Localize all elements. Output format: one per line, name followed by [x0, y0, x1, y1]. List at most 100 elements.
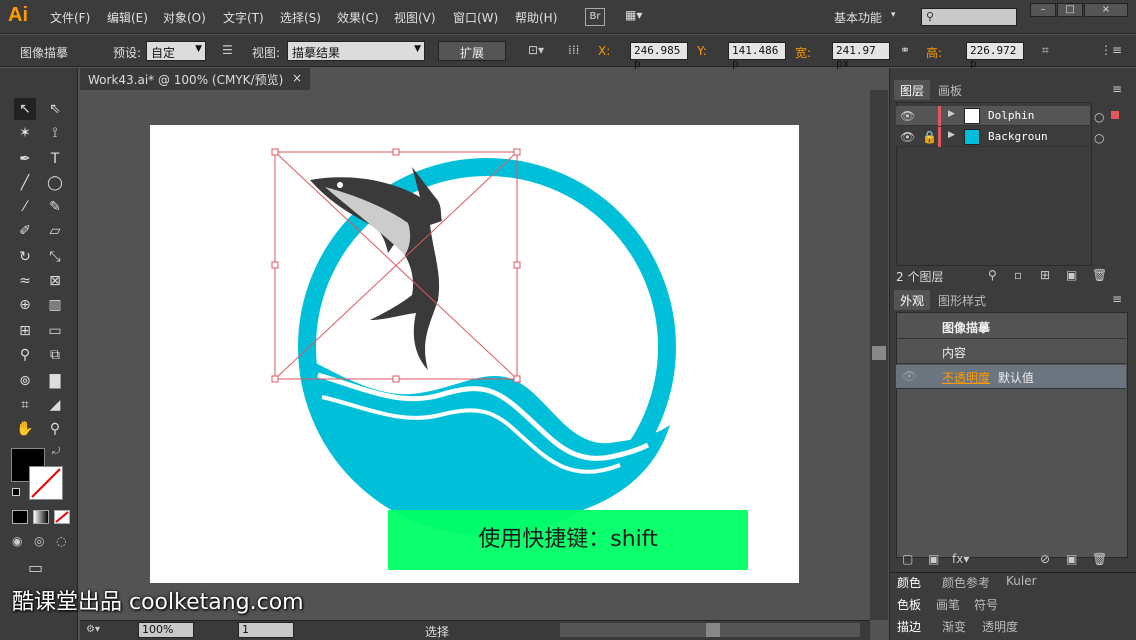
clipping-mask-icon[interactable]: ▫ [1014, 268, 1022, 282]
arrange-documents-icon[interactable]: ▦▾ [625, 8, 653, 26]
zoom-tool-icon[interactable]: ⚲ [44, 418, 66, 440]
duplicate-item-icon[interactable]: ▣ [1066, 552, 1077, 566]
artboard-number-field[interactable]: 1 [238, 622, 294, 638]
tab-artboards[interactable]: 画板 [932, 80, 968, 100]
view-select[interactable]: 描摹结果 ▼ [287, 41, 425, 61]
eyedropper-tool-icon[interactable]: ⚲ [14, 344, 36, 366]
tab-brushes[interactable]: 画笔 [930, 594, 966, 614]
hand-tool-icon[interactable]: ✋ [14, 418, 36, 440]
document-tab[interactable]: Work43.ai* @ 100% (CMYK/预览) × [80, 68, 310, 90]
symbol-sprayer-tool-icon[interactable]: ⊚ [14, 370, 36, 392]
tab-stroke[interactable]: 描边 [891, 616, 927, 636]
selection-indicator[interactable] [1111, 111, 1119, 119]
width-field[interactable]: 241.97 px [832, 42, 890, 70]
reference-point-icon[interactable]: ⁞⁞⁞ [568, 43, 579, 57]
menu-view[interactable]: 视图(V) [394, 9, 436, 26]
align-options-icon[interactable]: ⊡▾ [528, 43, 544, 57]
tab-color-guide[interactable]: 颜色参考 [936, 572, 996, 592]
minimize-button[interactable]: – [1030, 3, 1056, 17]
type-tool-icon[interactable]: T [44, 148, 66, 170]
tab-color[interactable]: 颜色 [891, 572, 927, 592]
expand-triangle-icon[interactable]: ▶ [948, 130, 955, 140]
zoom-select[interactable]: 100% [138, 622, 194, 638]
trace-panel-icon[interactable]: ☰ [222, 43, 233, 57]
visibility-eye-icon[interactable]: 👁 [900, 130, 915, 144]
line-tool-icon[interactable]: ╱ [14, 172, 36, 194]
workspace-chevron-icon[interactable]: ▾ [891, 10, 896, 20]
menu-help[interactable]: 帮助(H) [515, 9, 557, 26]
pencil-tool-icon[interactable]: ✎ [44, 196, 66, 218]
screen-mode-icon[interactable]: ▭ [28, 558, 43, 577]
width-tool-icon[interactable]: ≈ [14, 270, 36, 292]
add-effect-icon[interactable]: fx▾ [952, 552, 969, 566]
menu-file[interactable]: 文件(F) [50, 9, 90, 26]
menu-object[interactable]: 对象(O) [163, 9, 206, 26]
transform-icon[interactable]: ⌗ [1042, 43, 1049, 58]
appearance-contents[interactable]: 内容 [896, 340, 1126, 364]
x-field[interactable]: 246.985 p [630, 42, 688, 70]
appearance-opacity-row[interactable]: 👁 不透明度 默认值 [896, 365, 1126, 389]
horizontal-scrollbar[interactable] [560, 623, 860, 637]
stroke-swatch[interactable] [29, 466, 63, 500]
selection-tool-icon[interactable]: ↖ [14, 98, 36, 120]
column-graph-tool-icon[interactable]: ▇ [44, 370, 66, 392]
target-circle-icon[interactable]: ○ [1094, 110, 1104, 124]
tab-appearance[interactable]: 外观 [894, 290, 931, 310]
add-fill-icon[interactable]: ▣ [928, 552, 939, 566]
menu-type[interactable]: 文字(T) [223, 9, 264, 26]
tab-gradient[interactable]: 渐变 [936, 616, 972, 636]
maximize-button[interactable]: □ [1057, 3, 1083, 17]
vertical-scrollbar[interactable] [870, 90, 888, 620]
vertical-scroll-thumb[interactable] [872, 346, 886, 360]
opacity-link[interactable]: 不透明度 [942, 371, 990, 385]
new-sublayer-icon[interactable]: ⊞ [1040, 268, 1050, 282]
draw-inside-icon[interactable]: ◌ [56, 534, 66, 548]
horizontal-scroll-thumb[interactable] [706, 623, 720, 637]
eraser-tool-icon[interactable]: ▱ [44, 220, 66, 242]
expand-button[interactable]: 扩展 [438, 41, 506, 61]
constrain-link-icon[interactable]: ⚭ [900, 43, 910, 57]
appearance-menu-icon[interactable]: ≡ [1112, 292, 1122, 306]
lock-icon[interactable]: 🔒 [922, 130, 937, 144]
paintbrush-tool-icon[interactable]: ⁄ [14, 196, 36, 218]
close-window-button[interactable]: × [1084, 3, 1128, 17]
layer-row-dolphin[interactable]: 👁 ▶ Dolphin [896, 106, 1090, 126]
blob-brush-tool-icon[interactable]: ✐ [14, 220, 36, 242]
status-options-icon[interactable]: ⚙▾ [86, 624, 100, 635]
workspace-switcher[interactable]: 基本功能 [834, 9, 882, 26]
menu-effect[interactable]: 效果(C) [337, 9, 379, 26]
locate-object-icon[interactable]: ⚲ [988, 268, 997, 282]
swap-colors-icon[interactable]: ⤾ [52, 446, 60, 457]
artboard-tool-icon[interactable]: ⌗ [14, 394, 36, 416]
menu-select[interactable]: 选择(S) [280, 9, 321, 26]
mesh-tool-icon[interactable]: ⊞ [14, 320, 36, 342]
delete-layer-icon[interactable]: 🗑 [1092, 268, 1107, 282]
rotate-tool-icon[interactable]: ↻ [14, 246, 36, 268]
tab-swatches[interactable]: 色板 [891, 594, 927, 614]
tab-kuler[interactable]: Kuler [1000, 572, 1043, 592]
free-transform-tool-icon[interactable]: ⊠ [44, 270, 66, 292]
magic-wand-tool-icon[interactable]: ✶ [14, 122, 36, 144]
direct-selection-tool-icon[interactable]: ⇖ [44, 98, 66, 120]
pen-tool-icon[interactable]: ✒ [14, 148, 36, 170]
search-input[interactable]: ⚲ [921, 8, 1017, 26]
target-circle-icon[interactable]: ○ [1094, 131, 1104, 145]
gradient-tool-icon[interactable]: ▭ [44, 320, 66, 342]
gradient-mode-icon[interactable] [33, 510, 49, 524]
delete-item-icon[interactable]: 🗑 [1092, 552, 1107, 566]
scale-tool-icon[interactable]: ⤡ [44, 246, 66, 268]
tab-transparency[interactable]: 透明度 [976, 616, 1024, 636]
menu-window[interactable]: 窗口(W) [453, 9, 498, 26]
layers-menu-icon[interactable]: ≡ [1112, 82, 1122, 96]
visibility-eye-icon[interactable]: 👁 [900, 109, 915, 123]
menu-edit[interactable]: 编辑(E) [107, 9, 148, 26]
layer-name[interactable]: Dolphin [988, 109, 1034, 122]
tab-symbols[interactable]: 符号 [968, 594, 1004, 614]
ellipse-tool-icon[interactable]: ◯ [44, 172, 66, 194]
draw-behind-icon[interactable]: ◎ [34, 534, 44, 548]
shape-builder-tool-icon[interactable]: ⊕ [14, 294, 36, 316]
visibility-eye-icon[interactable]: 👁 [902, 369, 917, 383]
tab-layers[interactable]: 图层 [894, 80, 931, 100]
perspective-grid-tool-icon[interactable]: ▥ [44, 294, 66, 316]
draw-normal-icon[interactable]: ◉ [12, 534, 22, 548]
